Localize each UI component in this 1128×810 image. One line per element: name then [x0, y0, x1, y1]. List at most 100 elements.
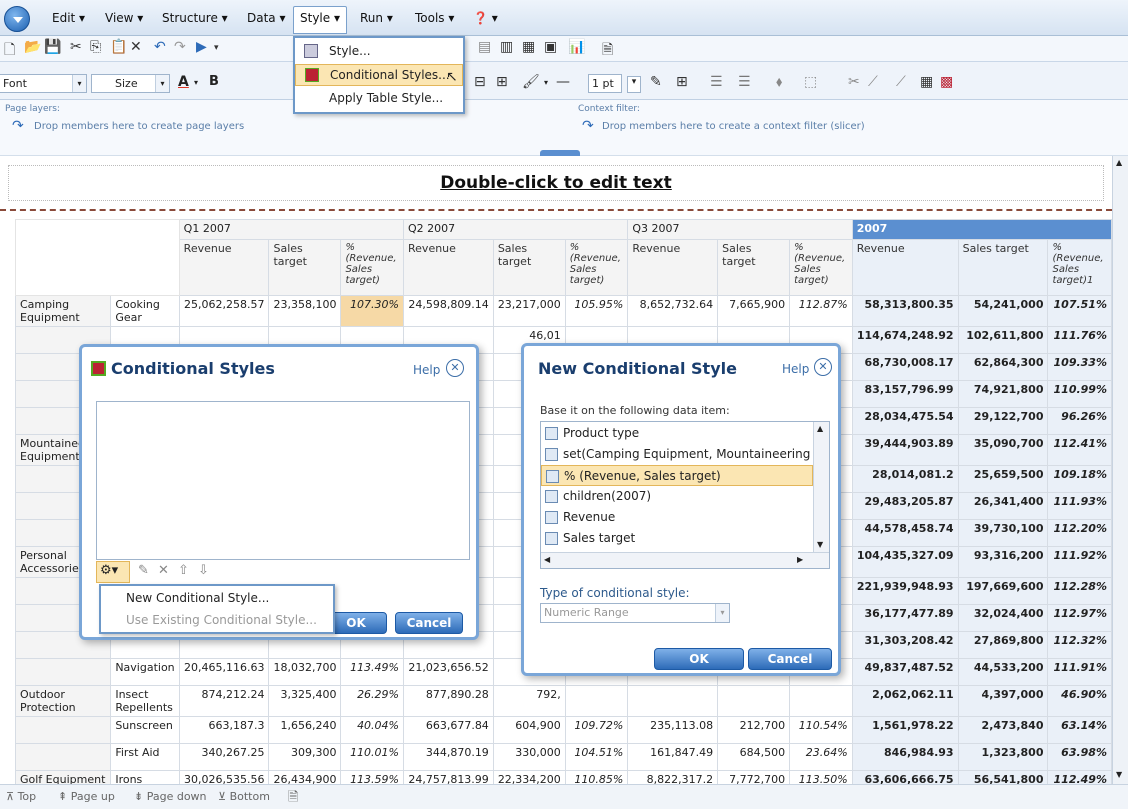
table-cell[interactable]: 874,212.24 [178, 685, 270, 717]
table-cell[interactable]: 96.26% [1047, 407, 1112, 435]
table-cell[interactable]: 877,890.28 [403, 685, 494, 717]
table-cell[interactable]: 83,157,796.99 [851, 380, 959, 408]
font-select[interactable]: Font ▾ [0, 74, 87, 93]
table-cell[interactable]: 3,325,400 [268, 685, 342, 717]
table-cell[interactable]: 110.99% [1047, 380, 1112, 408]
list-item[interactable]: Product type [541, 423, 813, 444]
table-cell[interactable]: 161,847.49 [627, 743, 719, 771]
open-icon[interactable]: 📂 [24, 39, 41, 55]
table-cell[interactable]: 113.49% [340, 658, 405, 686]
row-header-l1[interactable] [14, 743, 112, 771]
close-icon[interactable]: ✕ [446, 359, 464, 377]
move-up-icon[interactable]: ⇧ [178, 563, 189, 578]
table-cell[interactable]: 29,483,205.87 [851, 492, 959, 520]
valign-icon[interactable]: ⊞ [496, 74, 508, 90]
table-cell[interactable]: 68,730,008.17 [851, 353, 959, 381]
table-cell[interactable] [789, 685, 853, 717]
delete-icon[interactable]: ✕ [130, 39, 142, 55]
quarter-header[interactable]: Q2 2007 [403, 219, 629, 240]
line-style-icon[interactable]: — [556, 74, 570, 90]
copy-style-icon[interactable]: ⬚ [804, 74, 817, 90]
outdent-icon[interactable]: ☰ [738, 74, 751, 90]
table-cell[interactable]: 54,241,000 [957, 295, 1049, 327]
menu-tools[interactable]: Tools ▾ [415, 11, 454, 25]
table-cell[interactable]: 28,034,475.54 [851, 407, 959, 435]
table-cell[interactable]: 23.64% [789, 743, 853, 771]
measure-header[interactable]: Revenue [627, 239, 719, 296]
table-icon[interactable]: ▦ [522, 39, 535, 55]
menu-style[interactable]: Style ▾ [293, 6, 347, 34]
table-cell[interactable]: 30,026,535.56 [178, 770, 270, 784]
quarter-header[interactable]: Q3 2007 [627, 219, 853, 240]
table-cell[interactable]: 221,939,948.93 [851, 577, 959, 605]
table-cell[interactable]: 56,541,800 [957, 770, 1049, 784]
table-cell[interactable]: 684,500 [717, 743, 791, 771]
table-cell[interactable]: 22,334,200 [492, 770, 566, 784]
menu-edit[interactable]: Edit ▾ [52, 11, 85, 25]
table-cell[interactable]: 104.51% [564, 743, 629, 771]
menu-item-style[interactable]: Style... [295, 41, 463, 63]
page-view-icon[interactable]: 🗎 [288, 788, 298, 810]
menu-view[interactable]: View ▾ [105, 11, 143, 25]
table-cell[interactable]: 25,062,258.57 [178, 295, 270, 327]
table-cell[interactable]: 197,669,600 [957, 577, 1049, 605]
paste-icon[interactable]: 📋 [110, 39, 127, 55]
row-header-l1[interactable]: Outdoor Protection [14, 685, 112, 717]
table-cell[interactable]: 663,677.84 [403, 716, 494, 744]
row-header-l2[interactable]: Insect Repellents [110, 685, 180, 717]
table-cell[interactable]: 846,984.93 [851, 743, 959, 771]
row-header-l2[interactable]: Irons [110, 770, 180, 784]
table-cell[interactable] [717, 685, 791, 717]
table-cell[interactable]: 663,187.3 [178, 716, 270, 744]
save-icon[interactable]: 💾 [44, 39, 61, 55]
table-cell[interactable]: 44,578,458.74 [851, 519, 959, 547]
table-cell[interactable]: 63,606,666.75 [851, 770, 959, 784]
corner-cell[interactable] [15, 219, 180, 296]
table-cell[interactable] [627, 685, 719, 717]
table-cell[interactable]: 29,122,700 [957, 407, 1049, 435]
table-cell[interactable]: 109.72% [564, 716, 629, 744]
table-cell[interactable]: 62,864,300 [957, 353, 1049, 381]
table-cell[interactable]: 24,598,809.14 [403, 295, 494, 327]
edit-icon[interactable]: ✎ [138, 563, 149, 578]
table-cell[interactable]: 344,870.19 [403, 743, 494, 771]
list-item[interactable]: Revenue [541, 507, 813, 528]
menu-structure[interactable]: Structure ▾ [162, 11, 228, 25]
row-header-l1[interactable]: Camping Equipment [14, 295, 112, 327]
row-header-l1[interactable] [14, 716, 112, 744]
table-cell[interactable]: 212,700 [717, 716, 791, 744]
table-cell[interactable]: 1,561,978.22 [851, 716, 959, 744]
table-cell[interactable]: 792, [492, 685, 566, 717]
table-cell[interactable]: 74,921,800 [957, 380, 1049, 408]
apply-style-icon[interactable]: ⟋ [896, 74, 906, 90]
measure-header[interactable]: Sales target [957, 239, 1049, 296]
table-cell[interactable]: 49,837,487.52 [851, 658, 959, 686]
table-cell[interactable]: 39,730,100 [957, 519, 1049, 547]
measure-header[interactable]: % (Revenue, Sales target) [340, 239, 405, 296]
table-cell[interactable]: 112.41% [1047, 434, 1112, 466]
table-cell[interactable]: 28,014,081.2 [851, 465, 959, 493]
scroll-down-icon[interactable]: ▼ [817, 540, 823, 549]
measure-header[interactable]: Sales target [492, 239, 566, 296]
measure-header[interactable]: Sales target [268, 239, 342, 296]
scroll-right-icon[interactable]: ▶ [797, 555, 803, 564]
measure-header[interactable]: Revenue [178, 239, 270, 296]
table-cell[interactable]: 114,674,248.92 [851, 326, 959, 354]
scroll-left-icon[interactable]: ◀ [544, 555, 550, 564]
table-cell[interactable]: 1,656,240 [268, 716, 342, 744]
table-cell[interactable]: 27,869,800 [957, 631, 1049, 659]
new-icon[interactable]: 🗋 [4, 39, 15, 63]
close-icon[interactable]: ✕ [814, 358, 832, 376]
chevron-down-icon[interactable]: ▾ [627, 76, 641, 93]
chevron-down-icon[interactable]: ▾ [544, 78, 548, 87]
table-cell[interactable]: 112.97% [1047, 604, 1112, 632]
conditional-styles-list[interactable] [96, 401, 470, 560]
table-cell[interactable]: 26,434,900 [268, 770, 342, 784]
measure-header[interactable]: Revenue [851, 239, 959, 296]
table-cell[interactable]: 110.54% [789, 716, 853, 744]
table-cell[interactable]: 112.20% [1047, 519, 1112, 547]
measure-header[interactable]: % (Revenue, Sales target) [564, 239, 629, 296]
table-cell[interactable]: 4,397,000 [957, 685, 1049, 717]
table-cell[interactable]: 340,267.25 [178, 743, 270, 771]
table-cell[interactable]: 110.01% [340, 743, 405, 771]
